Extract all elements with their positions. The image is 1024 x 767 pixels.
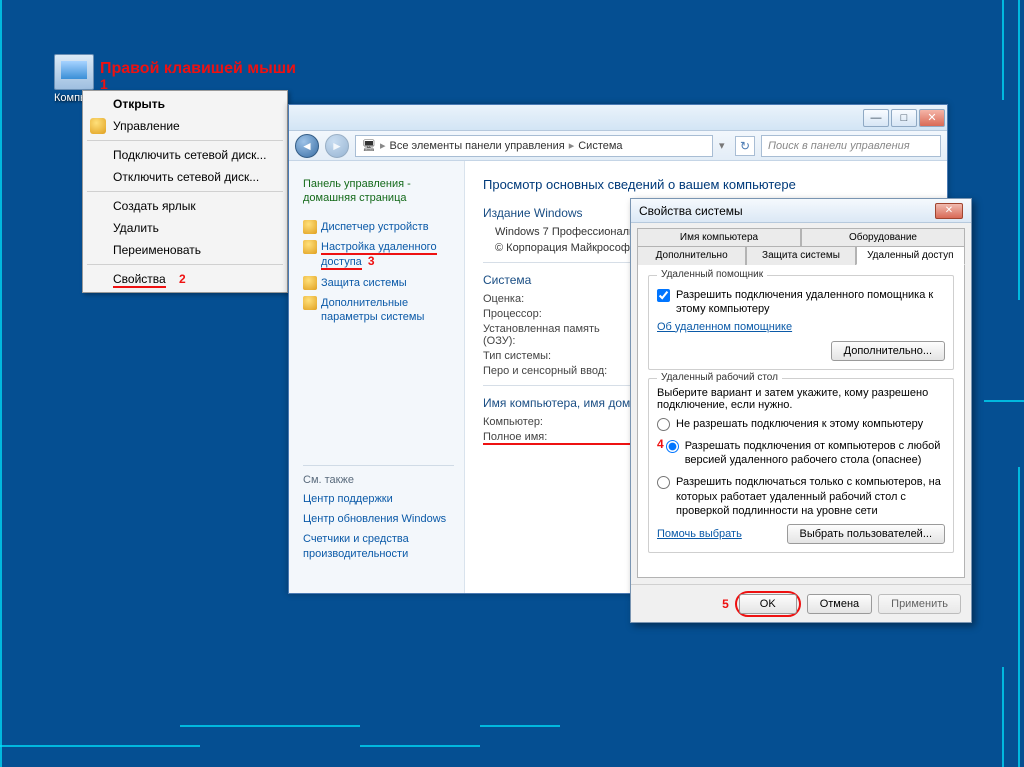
group-remote-desktop: Удаленный рабочий стол Выберите вариант … <box>648 378 954 554</box>
page-heading: Просмотр основных сведений о вашем компь… <box>483 177 929 192</box>
rdp-intro: Выберите вариант и затем укажите, кому р… <box>657 387 945 411</box>
minimize-button[interactable]: — <box>863 109 889 127</box>
dialog-close-button[interactable]: ✕ <box>935 203 963 219</box>
decoration <box>1002 667 1004 767</box>
menu-create-shortcut[interactable]: Создать ярлык <box>85 195 285 217</box>
menu-properties[interactable]: Свойства 2 <box>85 268 285 290</box>
decoration <box>0 745 200 747</box>
sidebar-remote-settings[interactable]: Настройка удаленного доступа 3 <box>303 240 454 270</box>
decoration <box>360 745 480 747</box>
sidebar-system-protection[interactable]: Защита системы <box>303 276 454 290</box>
shield-icon <box>90 118 106 134</box>
dialog-button-row: 5 OK Отмена Применить <box>631 584 971 622</box>
allow-assistant-checkbox[interactable]: Разрешить подключения удаленного помощни… <box>657 288 945 317</box>
separator <box>87 264 283 265</box>
sidebar-device-manager[interactable]: Диспетчер устройств <box>303 220 454 234</box>
annotation-5: 5 <box>722 597 729 611</box>
decoration <box>0 0 2 767</box>
help-choose-link[interactable]: Помочь выбрать <box>657 528 742 540</box>
sidebar-windows-update[interactable]: Центр обновления Windows <box>303 512 454 526</box>
assistant-more-button[interactable]: Дополнительно... <box>831 341 945 361</box>
nav-back-button[interactable]: ◄ <box>295 134 319 158</box>
search-input[interactable]: Поиск в панели управления <box>761 135 941 157</box>
rdp-radio-nla[interactable] <box>657 476 670 489</box>
breadcrumb[interactable]: 🖥 ▸ Все элементы панели управления ▸ Сис… <box>355 135 713 157</box>
context-menu: Открыть Управление Подключить сетевой ди… <box>82 90 288 293</box>
tab-body: Удаленный помощник Разрешить подключения… <box>637 264 965 578</box>
menu-rename[interactable]: Переименовать <box>85 239 285 261</box>
menu-delete[interactable]: Удалить <box>85 217 285 239</box>
annotation-title: Правой клавишей мыши <box>100 60 296 78</box>
computer-label: Компьютер: <box>483 416 633 428</box>
menu-open[interactable]: Открыть <box>85 93 285 115</box>
menu-disconnect-drive[interactable]: Отключить сетевой диск... <box>85 166 285 188</box>
separator <box>87 140 283 141</box>
sidebar-home[interactable]: Панель управления - домашняя страница <box>303 177 454 206</box>
group-title-assistant: Удаленный помощник <box>657 269 767 280</box>
close-button[interactable]: ✕ <box>919 109 945 127</box>
refresh-icon[interactable]: ↻ <box>735 136 755 156</box>
menu-manage[interactable]: Управление <box>85 115 285 137</box>
allow-assistant-input[interactable] <box>657 289 670 302</box>
menu-map-drive[interactable]: Подключить сетевой диск... <box>85 144 285 166</box>
shield-icon <box>303 220 317 234</box>
group-remote-assistant: Удаленный помощник Разрешить подключения… <box>648 275 954 370</box>
select-users-button[interactable]: Выбрать пользователей... <box>787 524 946 544</box>
tab-hardware[interactable]: Оборудование <box>801 228 965 246</box>
tab-advanced[interactable]: Дополнительно <box>637 246 746 265</box>
systype-label: Тип системы: <box>483 350 633 362</box>
decoration <box>984 400 1024 402</box>
rdp-opt-nla[interactable]: Разрешить подключаться только с компьюте… <box>657 475 945 518</box>
ok-highlight: OK <box>735 591 801 617</box>
rdp-radio-any[interactable] <box>666 440 679 453</box>
rating-label: Оценка: <box>483 293 633 305</box>
shield-icon <box>303 296 317 310</box>
maximize-button[interactable]: □ <box>891 109 917 127</box>
shield-icon <box>303 240 317 254</box>
cancel-button[interactable]: Отмена <box>807 594 872 614</box>
decoration <box>1018 0 1020 300</box>
ok-button[interactable]: OK <box>739 594 797 614</box>
address-bar: ◄ ► 🖥 ▸ Все элементы панели управления ▸… <box>289 131 947 161</box>
decoration <box>1002 0 1004 100</box>
computer-icon <box>54 54 94 90</box>
ram-label: Установленная память (ОЗУ): <box>483 323 633 347</box>
annotation-4: 4 <box>657 437 664 451</box>
apply-button[interactable]: Применить <box>878 594 961 614</box>
annotation-3: 3 <box>368 254 375 268</box>
sidebar-action-center[interactable]: Центр поддержки <box>303 492 454 506</box>
decoration <box>180 725 360 727</box>
dialog-titlebar[interactable]: Свойства системы ✕ <box>631 199 971 223</box>
breadcrumb-icon: 🖥 <box>362 139 376 152</box>
rdp-opt-none[interactable]: Не разрешать подключения к этому компьют… <box>657 417 945 431</box>
dialog-title: Свойства системы <box>639 204 743 218</box>
rdp-opt-any[interactable]: Разрешать подключения от компьютеров с л… <box>666 439 945 468</box>
nav-forward-button[interactable]: ► <box>325 134 349 158</box>
tabs: Имя компьютера Оборудование Дополнительн… <box>631 223 971 264</box>
separator <box>87 191 283 192</box>
system-properties-dialog: Свойства системы ✕ Имя компьютера Оборуд… <box>630 198 972 623</box>
see-also-header: См. также <box>303 474 454 486</box>
shield-icon <box>303 276 317 290</box>
rdp-radio-none[interactable] <box>657 418 670 431</box>
tab-computer-name[interactable]: Имя компьютера <box>637 228 801 246</box>
tab-protection[interactable]: Защита системы <box>746 246 855 265</box>
side-panel: Панель управления - домашняя страница Ди… <box>289 161 465 593</box>
tab-remote[interactable]: Удаленный доступ <box>856 246 965 265</box>
about-assistant-link[interactable]: Об удаленном помощнике <box>657 321 945 333</box>
sidebar-performance[interactable]: Счетчики и средства производительности <box>303 532 454 561</box>
decoration <box>1018 467 1020 767</box>
pen-label: Перо и сенсорный ввод: <box>483 365 633 377</box>
fullname-label: Полное имя: <box>483 431 633 445</box>
titlebar[interactable]: — □ ✕ <box>289 105 947 131</box>
annotation-2: 2 <box>179 272 186 286</box>
sidebar-advanced[interactable]: Дополнительные параметры системы <box>303 296 454 325</box>
decoration <box>480 725 560 727</box>
processor-label: Процессор: <box>483 308 633 320</box>
group-title-rdp: Удаленный рабочий стол <box>657 372 782 383</box>
